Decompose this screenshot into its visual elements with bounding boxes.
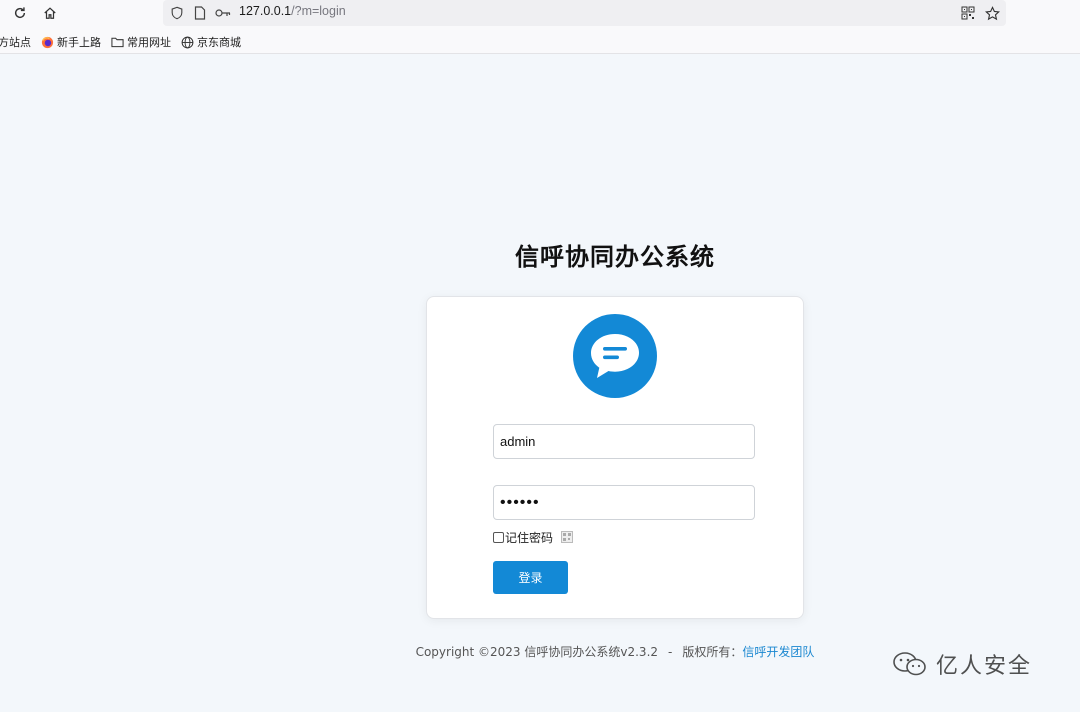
url-text[interactable]: 127.0.0.1/?m=login [239, 4, 346, 18]
watermark: 亿人安全 [892, 648, 1032, 680]
bookmark-item[interactable]: 方站点 [0, 34, 31, 50]
reload-icon[interactable] [11, 4, 29, 22]
bookmark-item[interactable]: 常用网址 [111, 34, 171, 50]
key-icon[interactable] [215, 5, 231, 21]
remember-label: 记住密码 [505, 530, 554, 545]
bookmark-label: 常用网址 [127, 36, 171, 49]
qr-code-icon[interactable] [960, 5, 976, 21]
url-host: 127.0.0.1 [239, 4, 292, 18]
rights-label: 版权所有： [682, 645, 743, 659]
bookmarks-bar: 方站点 新手上路 常用网址 京东商城 [0, 32, 251, 52]
bookmark-label: 方站点 [0, 36, 31, 49]
shield-icon[interactable] [169, 5, 185, 21]
firefox-icon [41, 36, 54, 48]
browser-toolbar: 127.0.0.1/?m=login 方站点 新手上路 常用网址 京东商城 [0, 0, 1080, 54]
login-button[interactable]: 登录 [493, 561, 568, 594]
address-bar[interactable]: 127.0.0.1/?m=login [163, 0, 1006, 26]
wechat-icon [893, 652, 926, 676]
username-input[interactable] [493, 424, 755, 459]
globe-icon [181, 36, 194, 48]
chat-bubble-icon [573, 314, 657, 398]
bookmark-label: 京东商城 [197, 36, 241, 49]
folder-icon [111, 37, 124, 48]
url-path: /?m=login [291, 4, 346, 18]
bookmark-item[interactable]: 京东商城 [181, 34, 241, 50]
remember-password[interactable]: 记住密码 [493, 529, 574, 545]
page-icon[interactable] [192, 5, 208, 21]
footer-separator: - [668, 645, 673, 659]
bookmark-label: 新手上路 [57, 36, 101, 49]
team-link[interactable]: 信呼开发团队 [742, 645, 814, 659]
remember-checkbox[interactable] [493, 531, 504, 543]
page-title: 信呼协同办公系统 [515, 243, 715, 271]
password-input[interactable] [493, 485, 755, 520]
bookmark-star-icon[interactable] [984, 5, 1000, 21]
home-icon[interactable] [41, 4, 59, 22]
bookmark-item[interactable]: 新手上路 [41, 34, 101, 50]
copyright-text: Copyright ©2023 信呼协同办公系统v2.3.2 [415, 645, 659, 659]
qr-code-icon[interactable] [561, 531, 574, 543]
login-card: 记住密码 登录 [426, 296, 804, 619]
watermark-text: 亿人安全 [936, 654, 1033, 679]
